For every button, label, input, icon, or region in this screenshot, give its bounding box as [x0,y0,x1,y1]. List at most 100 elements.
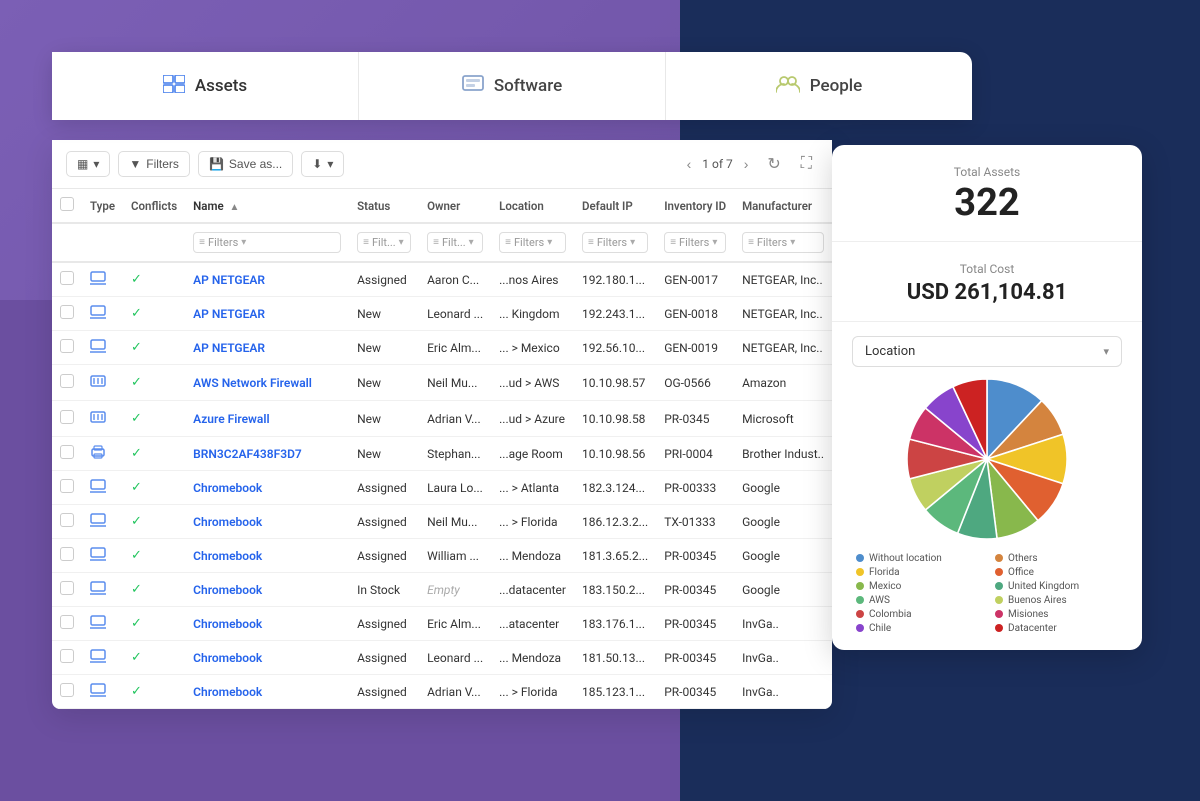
type-header[interactable]: Type [82,189,123,223]
chevron-down-icon: ▾ [1103,345,1109,358]
table-row: ✓ Chromebook Assigned Neil Mu... ... > F… [52,505,832,539]
row-name[interactable]: Chromebook [185,641,349,675]
ip-header[interactable]: Default IP [574,189,656,223]
row-manufacturer: Google [734,505,832,539]
prev-page-btn[interactable]: ‹ [682,154,697,174]
total-cost-label: Total Cost [856,262,1118,276]
tab-software[interactable]: Software [359,52,666,120]
total-cost-value: USD 261,104.81 [856,280,1118,305]
next-page-btn[interactable]: › [739,154,754,174]
conflicts-header[interactable]: Conflicts [123,189,185,223]
row-checkbox[interactable] [52,539,82,573]
tab-people[interactable]: People [666,52,972,120]
row-name[interactable]: AP NETGEAR [185,262,349,297]
name-filter[interactable]: ≡Filters▾ [193,232,341,253]
row-checkbox[interactable] [52,401,82,437]
row-checkbox[interactable] [52,331,82,365]
row-manufacturer: NETGEAR, Inc.. [734,262,832,297]
inventory-id-header[interactable]: Inventory ID [656,189,734,223]
row-location: ... > Mexico [491,331,574,365]
view-toggle-btn[interactable]: ▦ ▾ [66,151,110,177]
tab-people-label: People [810,76,863,96]
status-header[interactable]: Status [349,189,419,223]
owner-filter[interactable]: ≡Filt...▾ [427,232,483,253]
mfr-filter[interactable]: ≡Filters▾ [742,232,824,253]
row-ip: 192.56.10... [574,331,656,365]
legend-dot-4 [856,582,864,590]
table-row: ✓ Chromebook Assigned Adrian V... ... > … [52,675,832,709]
row-manufacturer: InvGa.. [734,641,832,675]
location-filter[interactable]: ≡Filters▾ [499,232,566,253]
name-header[interactable]: Name ▲ [185,189,349,223]
row-type-icon [82,297,123,331]
row-ip: 181.50.13... [574,641,656,675]
save-as-btn[interactable]: 💾 Save as... [198,151,293,177]
assets-icon [163,74,185,98]
row-checkbox[interactable] [52,297,82,331]
tab-software-label: Software [494,76,562,96]
table-panel: ▦ ▾ ▼ Filters 💾 Save as... ⬇ ▾ ‹ 1 of 7 … [52,140,832,709]
row-name[interactable]: Chromebook [185,471,349,505]
legend-label-4: Mexico [869,581,901,592]
row-checkbox[interactable] [52,573,82,607]
row-checkbox[interactable] [52,437,82,471]
row-name[interactable]: BRN3C2AF438F3D7 [185,437,349,471]
row-conflict: ✓ [123,675,185,709]
row-checkbox[interactable] [52,505,82,539]
table-row: ✓ BRN3C2AF438F3D7 New Stephan... ...age … [52,437,832,471]
chart-section: Location ▾ Without locationOthersFlorida… [832,322,1142,650]
row-name[interactable]: Chromebook [185,573,349,607]
row-name[interactable]: Chromebook [185,607,349,641]
row-owner: Neil Mu... [419,505,491,539]
table-row: ✓ Chromebook Assigned Laura Lo... ... > … [52,471,832,505]
row-checkbox[interactable] [52,675,82,709]
manufacturer-header[interactable]: Manufacturer [734,189,832,223]
row-conflict: ✓ [123,641,185,675]
download-btn[interactable]: ⬇ ▾ [301,151,344,177]
select-all-header[interactable] [52,189,82,223]
tab-assets[interactable]: Assets [52,52,359,120]
legend-dot-9 [995,610,1003,618]
owner-header[interactable]: Owner [419,189,491,223]
row-ip: 183.150.2... [574,573,656,607]
location-dropdown[interactable]: Location ▾ [852,336,1122,367]
legend-item-7: Buenos Aires [995,595,1118,606]
row-checkbox[interactable] [52,641,82,675]
row-checkbox[interactable] [52,365,82,401]
location-header[interactable]: Location [491,189,574,223]
row-ip: 192.180.1... [574,262,656,297]
row-name[interactable]: Chromebook [185,539,349,573]
row-status: New [349,365,419,401]
table-header-row: Type Conflicts Name ▲ Status Owner Locat… [52,189,832,223]
row-name[interactable]: Chromebook [185,675,349,709]
total-assets-label: Total Assets [856,165,1118,179]
table-row: ✓ AP NETGEAR New Leonard ... ... Kingdom… [52,297,832,331]
row-name[interactable]: Chromebook [185,505,349,539]
ip-filter[interactable]: ≡Filters▾ [582,232,648,253]
legend-dot-1 [995,554,1003,562]
row-name[interactable]: Azure Firewall [185,401,349,437]
legend-label-9: Misiones [1008,609,1048,620]
filters-btn[interactable]: ▼ Filters [118,151,190,177]
refresh-btn[interactable]: ↻ [761,150,786,178]
row-ip: 186.12.3.2... [574,505,656,539]
row-conflict: ✓ [123,607,185,641]
legend-dot-10 [856,624,864,632]
row-ip: 10.10.98.58 [574,401,656,437]
legend-item-9: Misiones [995,609,1118,620]
fullscreen-btn[interactable]: ⛶ [795,151,818,177]
row-checkbox[interactable] [52,607,82,641]
row-name[interactable]: AP NETGEAR [185,331,349,365]
status-filter[interactable]: ≡Filt...▾ [357,232,411,253]
invid-filter[interactable]: ≡Filters▾ [664,232,726,253]
row-type-icon [82,505,123,539]
row-checkbox[interactable] [52,262,82,297]
row-name[interactable]: AWS Network Firewall [185,365,349,401]
total-assets-section: Total Assets 322 [832,145,1142,242]
grid-icon: ▦ [77,157,88,171]
row-manufacturer: Google [734,471,832,505]
row-checkbox[interactable] [52,471,82,505]
row-type-icon [82,573,123,607]
legend-label-10: Chile [869,623,891,634]
row-name[interactable]: AP NETGEAR [185,297,349,331]
